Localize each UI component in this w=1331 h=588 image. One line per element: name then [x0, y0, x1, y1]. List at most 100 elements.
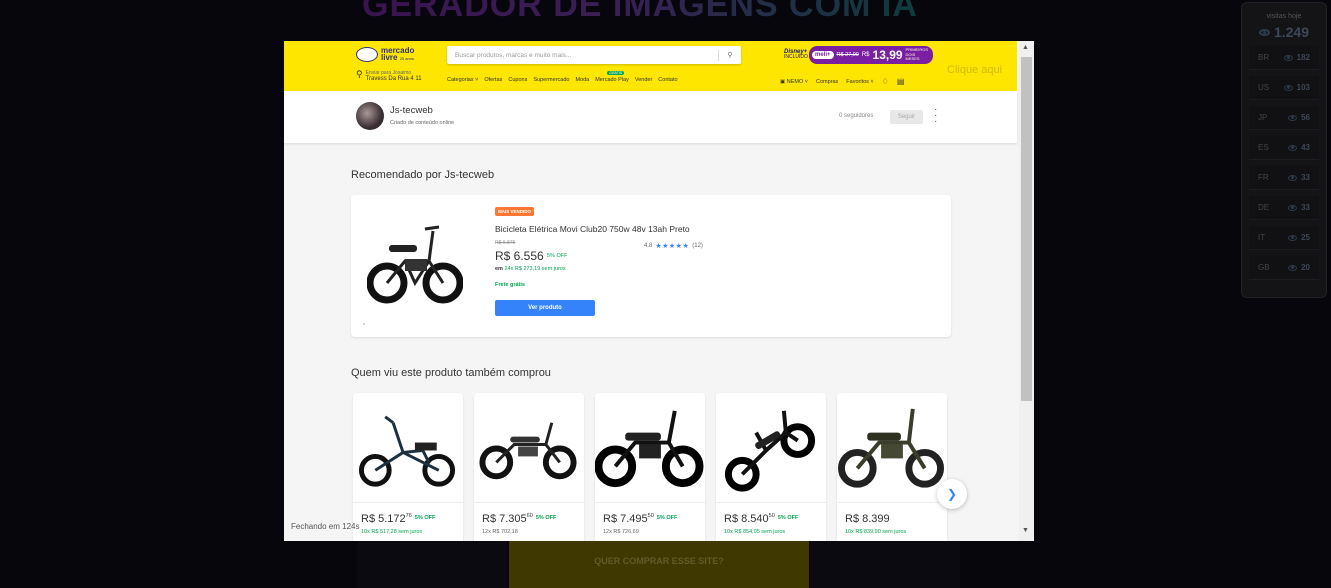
nav-supermercado[interactable]: Supermercado [533, 77, 569, 83]
scrollbar[interactable]: ▲ ▼ [1019, 41, 1034, 541]
profile-name: Js-tecweb [390, 105, 433, 116]
product-price: R$ 7.49550 5% OFF [603, 513, 678, 525]
location-pin-icon: ⚲ [356, 69, 363, 79]
nav-categorias[interactable]: Categorias ˅ [447, 77, 478, 83]
installment-info: em 24x R$ 273,19 sem juros [495, 266, 566, 272]
product-card[interactable]: R$ 5.17276 5% OFF 10x R$ 517,28 sem juros [353, 393, 463, 541]
next-arrow-icon[interactable]: ❯ [937, 479, 967, 509]
free-shipping: Frete grátis [495, 282, 525, 288]
visits-row: ES 43 [1249, 136, 1319, 160]
product-price: R$ 7.30560 5% OFF [482, 513, 557, 525]
disney-plus-logo: Disney+ INCLUÍDO [784, 49, 808, 60]
eye-icon [1283, 54, 1293, 61]
product-card[interactable]: R$ 8.399 10x R$ 839,90 sem juros [837, 393, 947, 541]
product-image[interactable] [367, 221, 463, 311]
cart-icon[interactable]: ▤ [897, 77, 905, 86]
buy-site-button[interactable]: QUER COMPRAR ESSE SITE? [509, 538, 809, 588]
eye-icon [1288, 264, 1298, 271]
user-card-icon: ▣ [780, 78, 786, 85]
section-title: Quem viu este produto também comprou [351, 367, 551, 379]
visits-total: 1.249 [1242, 24, 1326, 40]
profile-subtitle: Criado de conteúdo online [390, 120, 455, 126]
visits-row: BR 182 [1249, 46, 1319, 70]
free-badge: GRÁTIS [607, 71, 625, 75]
meli-plus-badge: meli+ R$ 27,99 R$ 13,99 PRIMEIROS DOIS M… [809, 46, 933, 64]
installment-info: 10x R$ 854,05 sem juros [724, 529, 786, 535]
featured-product-card[interactable]: MAIS VENDIDO Bicicleta Elétrica Movi Clu… [351, 195, 951, 337]
followers-count: 0 seguidores [839, 113, 874, 119]
eye-icon [1288, 204, 1298, 211]
nav-ofertas[interactable]: Ofertas [484, 77, 502, 83]
handshake-icon [356, 47, 378, 62]
product-card[interactable]: R$ 7.30560 5% OFF 12x R$ 702,18 [474, 393, 584, 541]
eye-icon [1283, 84, 1293, 91]
eye-icon [1288, 114, 1298, 121]
scroll-down-icon[interactable]: ▼ [1022, 527, 1029, 534]
original-price: R$ 6.875 [495, 240, 516, 246]
user-nav: ▣ NEMO ˅ Compras Favoritos ˅ ♢ ▤ [780, 77, 904, 86]
scroll-up-icon[interactable]: ▲ [1022, 44, 1029, 51]
background-block [357, 540, 507, 588]
scrollbar-thumb[interactable] [1021, 57, 1032, 401]
eye-icon [1288, 144, 1298, 151]
nav-compras[interactable]: Compras [816, 79, 838, 85]
carousel-dot[interactable] [363, 323, 365, 325]
search-input[interactable]: Buscar produtos, marcas e muito mais... [447, 52, 718, 59]
nav-contato[interactable]: Contato [658, 77, 677, 83]
installment-info: 12x R$ 702,18 [482, 529, 518, 535]
visits-row: DE 33 [1249, 196, 1319, 220]
product-price: R$ 6.556 [495, 249, 544, 263]
profile-bar: Js-tecweb Criado de conteúdo online 0 se… [284, 91, 1017, 143]
delivery-location[interactable]: ⚲ Enviar para Josaimo Travess Da Rua 4 11 [356, 69, 422, 83]
installment-info: 12x R$ 726,69 [603, 529, 639, 535]
product-title[interactable]: Bicicleta Elétrica Movi Club20 750w 48v … [495, 224, 690, 234]
best-seller-badge: MAIS VENDIDO [495, 207, 535, 216]
background-title: GERADOR DE IMAGENS COM IA [362, 0, 918, 25]
visits-row: US 103 [1249, 76, 1319, 100]
product-card[interactable]: R$ 8.54050 5% OFF 10x R$ 854,05 sem juros [716, 393, 826, 541]
visits-row: IT 25 [1249, 226, 1319, 250]
follow-button[interactable]: Seguir [890, 110, 923, 124]
product-card[interactable]: R$ 7.49550 5% OFF 12x R$ 726,69 [595, 393, 705, 541]
closing-timer: Fechando em 124s [291, 522, 360, 531]
nav-mercado-play[interactable]: GRÁTIS Mercado Play [595, 71, 629, 83]
product-image[interactable] [837, 393, 947, 503]
section-title: Recomendado por Js-tecweb [351, 169, 495, 181]
product-image[interactable] [716, 393, 826, 503]
product-image[interactable] [595, 393, 705, 503]
mercado-livre-logo[interactable]: mercado livre 25 anos [356, 47, 414, 62]
star-icons: ★★★★★ [655, 243, 690, 250]
eye-icon [1258, 28, 1270, 36]
installment-info: 10x R$ 517,28 sem juros [361, 529, 423, 535]
view-product-button[interactable]: Ver produto [495, 300, 595, 316]
more-options-icon[interactable]: · · · [934, 105, 937, 127]
popup-window: mercado livre 25 anos Buscar produtos, ma… [284, 41, 1034, 541]
bell-icon[interactable]: ♢ [882, 77, 889, 86]
nav-moda[interactable]: Moda [575, 77, 589, 83]
click-hint: Clique aqui [947, 64, 1003, 76]
visits-row: JP 56 [1249, 106, 1319, 130]
user-menu[interactable]: ▣ NEMO ˅ [780, 79, 808, 85]
installment-info: 10x R$ 839,90 sem juros [845, 529, 907, 535]
discount-label: 5% OFF [547, 253, 568, 259]
related-products-carousel: R$ 5.17276 5% OFF 10x R$ 517,28 sem juros… [353, 393, 953, 541]
eye-icon [1288, 174, 1298, 181]
nav-cupons[interactable]: Cupons [508, 77, 527, 83]
visits-label: visitas hoje [1266, 13, 1302, 20]
visits-row: FR 33 [1249, 166, 1319, 190]
meli-plus-promo[interactable]: Disney+ INCLUÍDO meli+ R$ 27,99 R$ 13,99 … [784, 46, 933, 64]
main-nav: Categorias ˅ Ofertas Cupons Supermercado… [447, 71, 678, 83]
nav-favoritos[interactable]: Favoritos ˅ [846, 79, 873, 85]
product-price: R$ 8.54050 5% OFF [724, 513, 799, 525]
visits-panel: visitas hoje 1.249 BR 182 US 103 JP 56 ES 43 FR 3… [1241, 2, 1327, 298]
product-image[interactable] [474, 393, 584, 503]
search-bar[interactable]: Buscar produtos, marcas e muito mais... … [447, 46, 741, 64]
site-header: mercado livre 25 anos Buscar produtos, ma… [284, 41, 1017, 91]
product-price: R$ 8.399 [845, 513, 890, 525]
visits-row: GB 20 [1249, 256, 1319, 280]
search-icon[interactable]: ⚲ [719, 51, 741, 59]
background-block [810, 540, 960, 588]
nav-vender[interactable]: Vender [635, 77, 652, 83]
avatar[interactable] [356, 102, 384, 130]
product-image[interactable] [353, 393, 463, 503]
